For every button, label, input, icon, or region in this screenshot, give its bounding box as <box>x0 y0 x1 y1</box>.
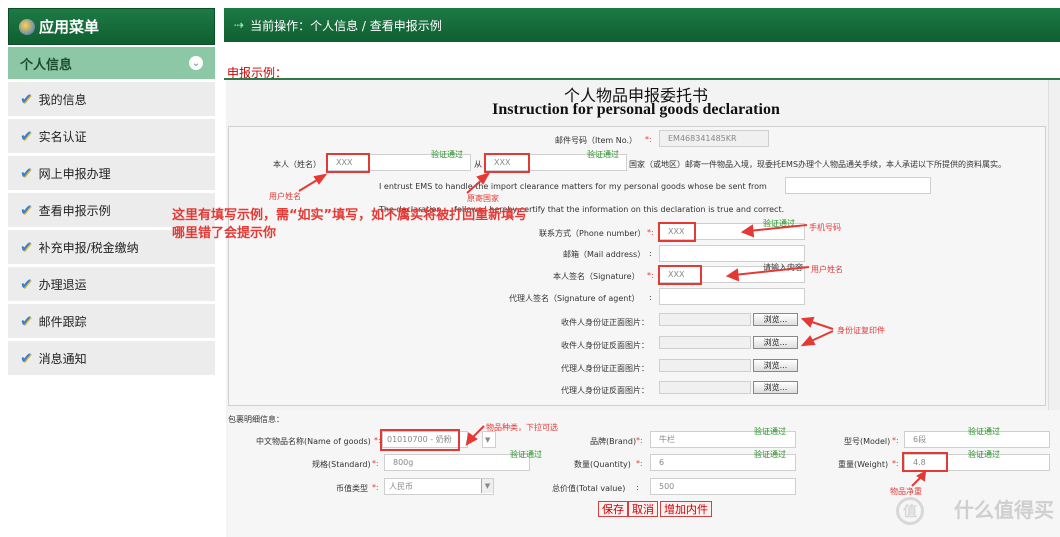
annotation-instruction-2: 哪里错了会提示你 <box>172 226 277 241</box>
sidebar-section-label: 个人信息 <box>20 57 73 73</box>
app-menu-icon <box>19 18 35 35</box>
title-en: Instruction for personal goods declarati… <box>492 101 780 118</box>
sidebar-item-label: 实名认证 <box>38 129 87 144</box>
check-icon: ✔ <box>20 201 33 219</box>
annotation-arrows-2 <box>465 425 927 487</box>
declaration-panel: 个人物品申报委托书 Instruction for personal goods… <box>172 80 1060 537</box>
check-icon: ✔ <box>20 312 33 330</box>
sidebar-header-label: 应用菜单 <box>39 18 100 36</box>
sidebar-header: 应用菜单 <box>8 8 215 45</box>
check-icon: ✔ <box>20 238 33 256</box>
check-icon: ✔ <box>20 349 33 367</box>
annotation-instruction-1: 这里有填写示例，需“如实”填写，如不属实将被打回重新填写 <box>172 208 528 223</box>
main-area: ⇢ 当前操作：个人信息 / 查看申报示例 申报示例： 个人物品申报委托书 Ins… <box>172 8 1060 537</box>
sidebar-item-tracking[interactable]: ✔ 邮件跟踪 <box>8 303 215 338</box>
sidebar-item-label: 邮件跟踪 <box>38 314 87 329</box>
breadcrumb-text: 当前操作：个人信息 / 查看申报示例 <box>250 18 442 33</box>
sidebar-item-label: 办理退运 <box>38 277 87 292</box>
check-icon: ✔ <box>20 164 33 182</box>
sidebar-item-label: 网上申报办理 <box>38 166 111 181</box>
declaration-form: 邮件号码（Item No.） *: EM468341485KR 本人（姓名） X… <box>228 126 1046 406</box>
sidebar-item-label: 查看申报示例 <box>38 203 111 218</box>
check-icon: ✔ <box>20 275 33 293</box>
breadcrumb: ⇢ 当前操作：个人信息 / 查看申报示例 <box>224 8 1060 42</box>
sidebar-item-label: 消息通知 <box>38 351 87 366</box>
check-icon: ✔ <box>20 90 33 108</box>
check-icon: ✔ <box>20 127 33 145</box>
annotation-arrows <box>298 172 834 347</box>
sidebar-item-my-info[interactable]: ✔ 我的信息 <box>8 81 215 116</box>
sidebar-item-online-declare[interactable]: ✔ 网上申报办理 <box>8 155 215 190</box>
watermark-logo: 值 <box>896 497 924 525</box>
watermark: 什么值得买 <box>954 498 1054 522</box>
chevron-down-icon[interactable]: ⌄ <box>189 56 203 70</box>
sidebar: 应用菜单 个人信息 ⌄ ✔ 我的信息 ✔ 实名认证 ✔ 网上申报办理 ✔ 查看申报示例 … <box>8 8 215 537</box>
sidebar-item-label: 补充申报/税金缴纳 <box>38 240 139 255</box>
sidebar-item-real-name[interactable]: ✔ 实名认证 <box>8 118 215 153</box>
parcel-details: 包裹明细信息： 中文物品名称(Name of goods) *: 0101070… <box>228 410 1060 537</box>
sidebar-item-label: 我的信息 <box>38 92 87 107</box>
sidebar-section-personal-info[interactable]: 个人信息 ⌄ <box>8 47 215 81</box>
arrow-right-icon: ⇢ <box>234 18 245 32</box>
sidebar-item-return[interactable]: ✔ 办理退运 <box>8 266 215 301</box>
sidebar-item-notifications[interactable]: ✔ 消息通知 <box>8 340 215 375</box>
